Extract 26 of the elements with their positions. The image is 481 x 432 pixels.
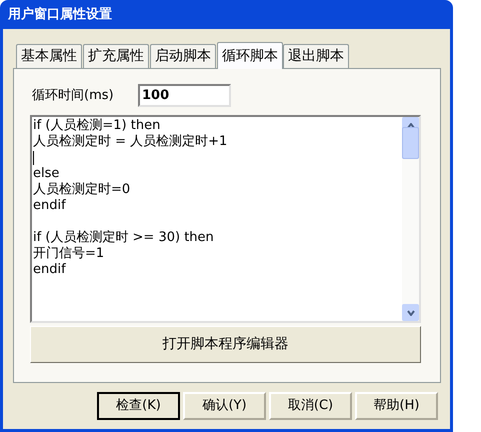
code-line: 开门信号=1 — [33, 246, 106, 262]
scroll-thumb[interactable] — [402, 127, 419, 159]
code-line: endif — [33, 262, 67, 278]
code-line: if (人员检测=1) then — [33, 118, 162, 134]
script-editor[interactable]: if (人员检测=1) then 人员检测定时 = 人员检测定时+1 else 人员检测定时=0 endif if (人员检测定时 >= 30) then 开门信号=1 endif — [30, 115, 421, 323]
tab[interactable]: 扩充属性 — [83, 44, 149, 68]
dialog-button[interactable]: 检查(K) — [97, 392, 180, 420]
code-line: else — [33, 166, 60, 182]
scroll-down-icon[interactable] — [402, 304, 419, 321]
dialog-button[interactable]: 帮助(H) — [355, 392, 438, 420]
dialog-button[interactable]: 确认(Y) — [183, 392, 266, 420]
vertical-scrollbar[interactable] — [402, 117, 419, 321]
tab[interactable]: 启动脚本 — [150, 44, 216, 68]
text-cursor — [33, 151, 34, 165]
loop-time-label: 循环时间(ms) — [32, 86, 115, 105]
tab[interactable]: 循环脚本 — [217, 42, 283, 69]
dialog-button[interactable]: 取消(C) — [269, 392, 352, 420]
window-title: 用户窗口属性设置 — [8, 6, 112, 24]
code-line: 人员检测定时 = 人员检测定时+1 — [33, 134, 228, 150]
code-line: endif — [33, 198, 67, 214]
loop-time-field[interactable]: 100 — [138, 84, 231, 107]
open-editor-button[interactable]: 打开脚本程序编辑器 — [30, 326, 421, 363]
tab[interactable]: 退出脚本 — [283, 44, 349, 68]
code-line: if (人员检测定时 >= 30) then — [33, 230, 215, 246]
code-line: 人员检测定时=0 — [33, 182, 132, 198]
tab[interactable]: 基本属性 — [16, 44, 82, 68]
